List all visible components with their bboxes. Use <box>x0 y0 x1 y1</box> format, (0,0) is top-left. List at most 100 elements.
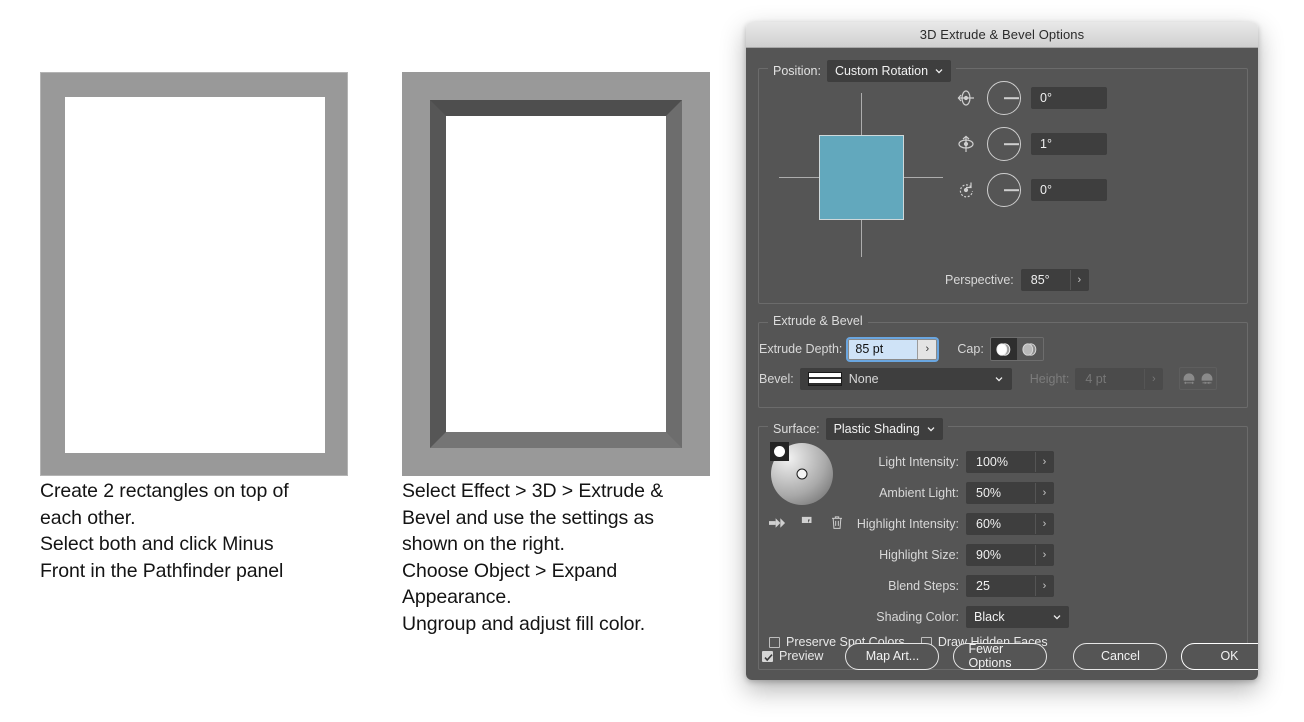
shading-color-label: Shading Color: <box>876 610 959 624</box>
dialog-footer: Preview Map Art... Fewer Options Cancel … <box>758 641 1258 671</box>
surface-group: Surface: Plastic Shading Light Intensity… <box>758 418 1248 670</box>
bevel-select-value: None <box>848 371 879 386</box>
light-intensity-row: Light Intensity: 100% › <box>809 451 1054 473</box>
stepper-arrow-icon[interactable]: › <box>1035 545 1053 565</box>
highlight-intensity-row: Highlight Intensity: 60% › <box>809 513 1054 535</box>
highlight-intensity-label: Highlight Intensity: <box>856 517 959 531</box>
bevel-direction-group <box>1179 367 1218 390</box>
ambient-light-label: Ambient Light: <box>879 486 959 500</box>
rotate-x-value[interactable]: 0° <box>1031 87 1107 109</box>
rotation-x-row: 0° <box>955 81 1107 115</box>
rotate-z-icon <box>955 179 977 201</box>
cap-hollow-button[interactable] <box>1016 338 1043 360</box>
cap-button-group <box>989 337 1044 361</box>
extrude-bevel-group: Extrude & Bevel Extrude Depth: 85 pt › C… <box>758 314 1248 408</box>
position-preview[interactable] <box>769 85 959 265</box>
ambient-light-row: Ambient Light: 50% › <box>809 482 1054 504</box>
blend-steps-stepper[interactable]: 25 › <box>966 575 1054 597</box>
light-dot-icon <box>774 446 785 457</box>
extrude-bevel-options-dialog: 3D Extrude & Bevel Options Position: Cus… <box>746 22 1258 680</box>
stepper-arrow-icon: › <box>1144 368 1162 389</box>
new-light-icon[interactable] <box>769 516 786 533</box>
dialog-body: Position: Custom Rotation 0° 1° 0° Persp… <box>746 48 1258 680</box>
perspective-stepper[interactable]: 85° › <box>1020 269 1089 291</box>
step-2-instructions: Select Effect > 3D > Extrude & Bevel and… <box>402 480 664 635</box>
rotate-z-value[interactable]: 0° <box>1031 179 1107 201</box>
rotate-y-dial[interactable] <box>987 127 1021 161</box>
position-select-value: Custom Rotation <box>834 64 929 78</box>
bevel-label: Bevel: <box>759 371 794 386</box>
cap-label: Cap: <box>957 342 984 356</box>
rectangle-cutout <box>65 97 325 453</box>
rotate-y-value[interactable]: 1° <box>1031 133 1107 155</box>
surface-select-value: Plastic Shading <box>833 422 920 436</box>
extrude-depth-label: Extrude Depth: <box>759 342 843 356</box>
extrude-depth-stepper-icon[interactable]: › <box>917 339 937 359</box>
ok-button[interactable]: OK <box>1181 642 1258 670</box>
bevel-height-label: Height: <box>1029 371 1070 386</box>
preview-cube[interactable] <box>819 135 904 220</box>
rotation-y-row: 1° <box>955 127 1107 161</box>
stepper-arrow-icon[interactable]: › <box>1035 452 1053 472</box>
preview-checkbox[interactable]: Preview <box>762 649 823 663</box>
preview-label: Preview <box>779 649 824 663</box>
bevel-height-stepper: 4 pt › <box>1075 367 1164 390</box>
stepper-arrow-icon[interactable]: › <box>1035 483 1053 503</box>
rotate-z-dial[interactable] <box>987 173 1021 207</box>
dialog-titlebar[interactable]: 3D Extrude & Bevel Options <box>746 22 1258 48</box>
checkbox-box <box>762 650 773 662</box>
extrude-depth-value: 85 pt <box>849 339 918 359</box>
dialog-title: 3D Extrude & Bevel Options <box>919 27 1085 42</box>
extrude-depth-field[interactable]: 85 pt › <box>848 338 938 360</box>
chevron-down-icon <box>935 67 943 75</box>
surface-group-header: Surface: Plastic Shading <box>768 418 948 440</box>
highlight-intensity-stepper[interactable]: 60% › <box>966 513 1054 535</box>
blend-steps-row: Blend Steps: 25 › <box>809 575 1054 597</box>
blend-steps-label: Blend Steps: <box>888 579 959 593</box>
light-position-marker[interactable] <box>770 442 789 461</box>
highlight-size-row: Highlight Size: 90% › <box>809 544 1054 566</box>
map-art-button[interactable]: Map Art... <box>845 642 940 670</box>
shading-color-select[interactable]: Black <box>966 606 1069 628</box>
bevel-row: Bevel: None Height: 4 pt › <box>759 367 1218 390</box>
rotation-z-row: 0° <box>955 173 1107 207</box>
flat-rectangle-illustration <box>40 72 348 476</box>
stepper-arrow-icon[interactable]: › <box>1035 514 1053 534</box>
extrude-group-title: Extrude & Bevel <box>768 314 868 328</box>
ambient-light-stepper[interactable]: 50% › <box>966 482 1054 504</box>
surface-select[interactable]: Plastic Shading <box>825 418 943 440</box>
position-group: Position: Custom Rotation 0° 1° 0° Persp… <box>758 60 1248 304</box>
stepper-arrow-icon[interactable]: › <box>1069 270 1088 290</box>
rotate-x-dial[interactable] <box>987 81 1021 115</box>
highlight-size-label: Highlight Size: <box>879 548 959 562</box>
perspective-row: Perspective: 85° › <box>945 269 1089 291</box>
shading-color-row: Shading Color: Black <box>809 606 1069 628</box>
rectangle-bevel <box>430 100 682 448</box>
highlight-size-stepper[interactable]: 90% › <box>966 544 1054 566</box>
step-1-instructions: Create 2 rectangles on top of each other… <box>40 480 289 582</box>
cancel-button[interactable]: Cancel <box>1073 642 1168 670</box>
position-select[interactable]: Custom Rotation <box>826 60 952 82</box>
bevel-extent-in-button <box>1198 368 1216 389</box>
bevel-select[interactable]: None <box>799 367 1012 390</box>
position-group-header: Position: Custom Rotation <box>768 60 957 82</box>
stepper-arrow-icon[interactable]: › <box>1035 576 1053 596</box>
highlight-size-value: 90% <box>976 548 1002 562</box>
perspective-value: 85° <box>1030 273 1050 287</box>
cap-solid-button[interactable] <box>990 338 1017 360</box>
rotate-x-icon <box>955 87 977 109</box>
bevel-extent-out-button <box>1180 368 1198 389</box>
fewer-options-button[interactable]: Fewer Options <box>953 642 1048 670</box>
surface-label: Surface: <box>773 422 820 436</box>
perspective-label: Perspective: <box>945 273 1014 287</box>
shading-color-value: Black <box>974 610 1005 624</box>
light-intensity-stepper[interactable]: 100% › <box>966 451 1054 473</box>
chevron-down-icon <box>1053 613 1061 621</box>
bevel-preview-swatch <box>807 371 842 386</box>
ambient-light-value: 50% <box>976 486 1002 500</box>
rotate-y-icon <box>955 133 977 155</box>
extruded-rectangle-illustration <box>402 72 710 476</box>
extrude-depth-row: Extrude Depth: 85 pt › Cap: <box>759 337 1044 361</box>
light-intensity-label: Light Intensity: <box>878 455 959 469</box>
sphere-center-handle[interactable] <box>796 468 808 480</box>
